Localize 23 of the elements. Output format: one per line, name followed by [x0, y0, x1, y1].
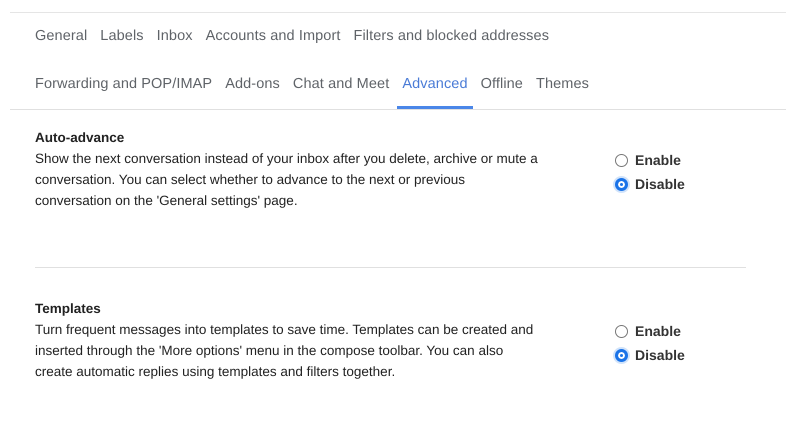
- radio-button[interactable]: [615, 178, 628, 190]
- radio-label: Enable: [635, 322, 681, 340]
- settings-tab[interactable]: Accounts and Import: [206, 13, 341, 61]
- settings-tab[interactable]: Offline: [480, 61, 523, 109]
- settings-tab[interactable]: Labels: [100, 13, 144, 61]
- section-description: Turn frequent messages into templates to save time. Templates can be created and inserted through the 'More options' menu in the compose toolbar. You can also create automatic replies using templates and filters together.: [35, 321, 534, 381]
- section-title: Auto-advance: [35, 129, 126, 147]
- radio-label: Enable: [635, 150, 681, 170]
- settings-tab[interactable]: Add-ons: [225, 61, 280, 109]
- settings-tab[interactable]: Chat and Meet: [292, 61, 390, 109]
- radio-button[interactable]: [615, 348, 628, 362]
- settings-tab[interactable]: Themes: [536, 61, 589, 109]
- radio-label: Disable: [635, 346, 685, 364]
- section-description: Show the next conversation instead of your inbox after you delete, archive or mute a conversation. You can select whether to advance to the next or previous conversation on the 'General settings' page.: [35, 150, 539, 210]
- settings-tab[interactable]: General: [35, 13, 88, 61]
- radio-label: Disable: [635, 174, 685, 194]
- settings-tab[interactable]: Forwarding and POP/IMAP: [35, 61, 212, 109]
- radio-button[interactable]: [615, 154, 628, 166]
- section-title: Templates: [35, 300, 102, 318]
- settings-tab[interactable]: Inbox: [156, 13, 193, 61]
- radio-button[interactable]: [615, 324, 628, 338]
- settings-tab[interactable]: Advanced: [397, 61, 473, 109]
- settings-tab[interactable]: Filters and blocked addresses: [354, 13, 550, 61]
